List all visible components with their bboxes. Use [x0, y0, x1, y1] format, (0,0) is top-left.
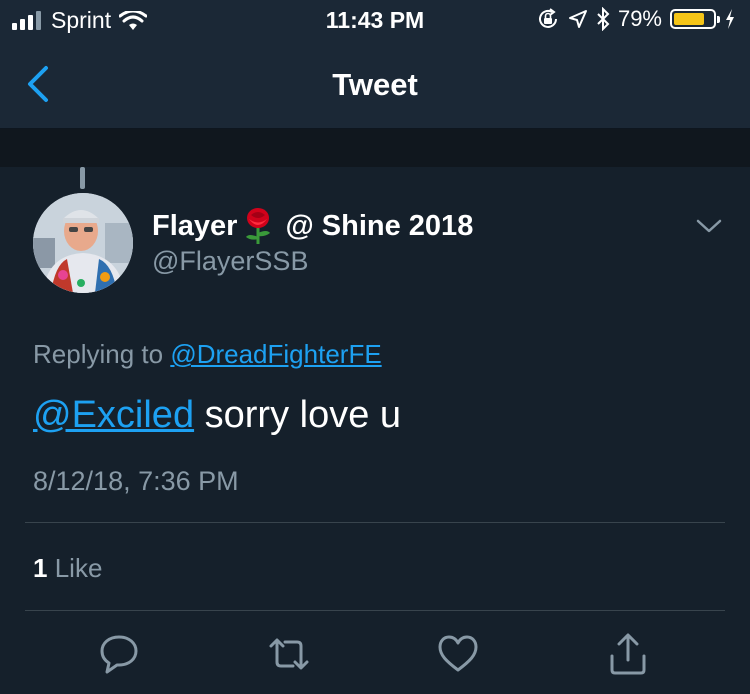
like-icon[interactable] [436, 632, 480, 676]
retweet-icon[interactable] [267, 632, 311, 676]
likes-count[interactable]: 1 Like [33, 553, 102, 584]
like-count-label: Like [54, 553, 103, 583]
divider [25, 610, 725, 611]
thread-connector-line [80, 167, 85, 189]
replying-to-mention[interactable]: @DreadFighterFE [170, 339, 381, 369]
tweet-mention[interactable]: @Exciled [33, 394, 194, 436]
tweet-action-bar [0, 632, 750, 682]
avatar[interactable] [33, 193, 133, 293]
user-handle[interactable]: @FlayerSSB [152, 246, 308, 277]
like-count-number: 1 [33, 553, 48, 583]
status-bar: Sprint 11:43 PM 79% [0, 0, 750, 40]
divider [25, 522, 725, 523]
battery-level [674, 13, 705, 25]
section-separator [0, 129, 750, 167]
tweet-text: @Exciled sorry love u [33, 394, 401, 437]
display-name-text: Flayer [152, 209, 238, 242]
location-icon [568, 10, 587, 28]
display-name[interactable]: Flayer @ Shine 2018 [152, 207, 473, 245]
charging-icon [726, 9, 734, 29]
battery-percent: 79% [617, 6, 662, 31]
replying-to: Replying to @DreadFighterFE [33, 339, 382, 370]
status-right: 79% [536, 6, 736, 32]
tweet-timestamp: 8/12/18, 7:36 PM [33, 466, 239, 496]
tweet-body: sorry love u [204, 394, 402, 436]
orientation-lock-icon [538, 8, 557, 28]
page-title: Tweet [332, 67, 418, 102]
avatar-image [33, 193, 133, 293]
reply-icon[interactable] [97, 632, 141, 676]
chevron-down-icon[interactable] [694, 215, 724, 237]
replying-prefix: Replying to [33, 339, 164, 369]
bluetooth-icon [597, 7, 610, 31]
display-name-suffix: @ Shine 2018 [285, 209, 474, 242]
share-icon[interactable] [606, 632, 650, 676]
battery-icon [670, 9, 720, 29]
navigation-bar: Tweet [0, 40, 750, 129]
rose-emoji-icon [246, 208, 271, 244]
